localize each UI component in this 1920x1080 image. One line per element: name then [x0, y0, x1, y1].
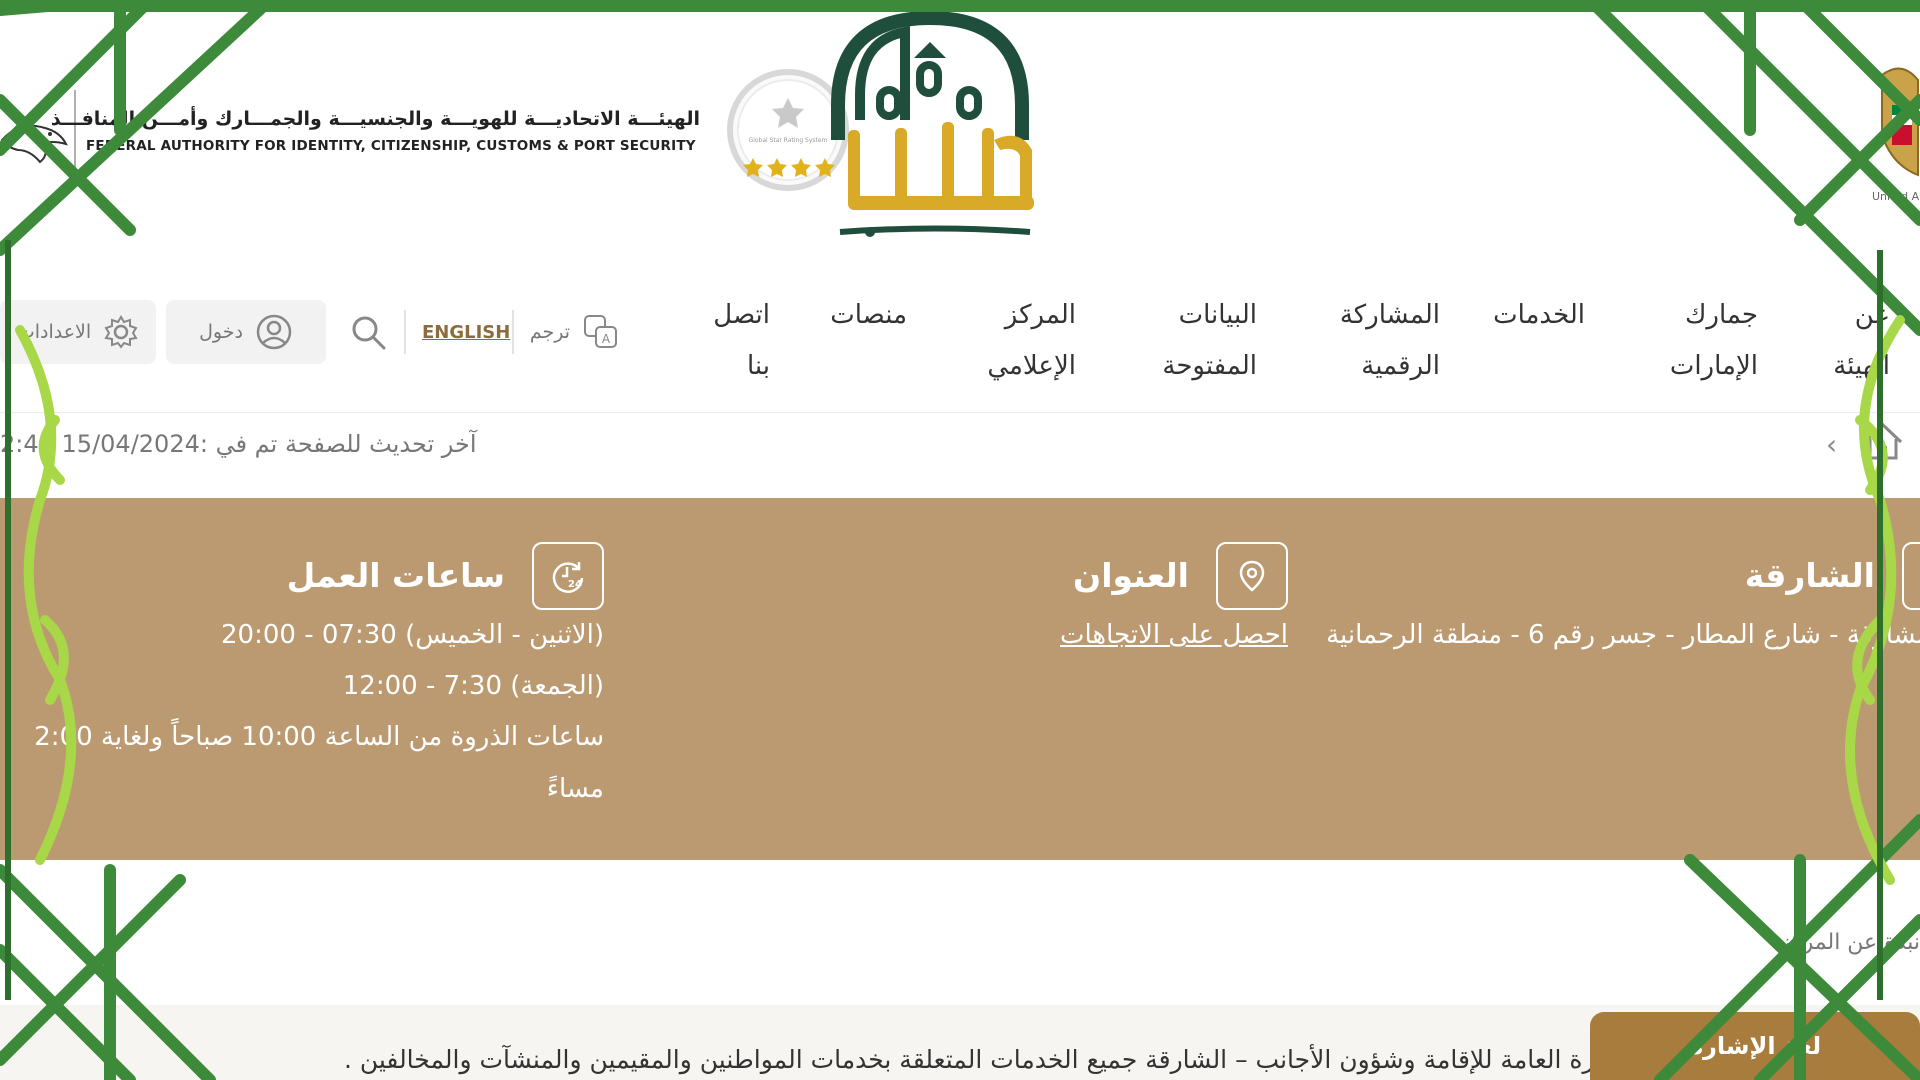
clock-icon-box: 24 — [532, 542, 604, 610]
nav-contact-us[interactable]: اتصل بنا — [713, 290, 770, 392]
hours-friday: (الجمعة) 7:30 - 12:00 — [342, 671, 604, 701]
center-address: الشارقة - شارع المطار - جسر رقم 6 - منطق… — [1326, 620, 1920, 650]
nav-contact-line1: اتصل — [713, 300, 770, 330]
working-hours-title: ساعات العمل — [286, 556, 505, 595]
hours-weekdays: (الاثنين - الخميس) 07:30 - 20:00 — [221, 620, 604, 650]
uae-emblem-icon[interactable] — [1862, 55, 1920, 205]
search-icon — [352, 316, 386, 350]
emblem-caption: United Arab — [1872, 190, 1920, 203]
last-updated-text: 2:49 15/04/2024: آخر تحديث للصفحة تم في — [0, 430, 477, 458]
nav-services[interactable]: الخدمات — [1493, 290, 1585, 341]
location-pin-icon — [1239, 560, 1265, 592]
nav-customs-line1: جمارك — [1684, 300, 1758, 330]
user-icon — [256, 314, 292, 350]
nav-platforms-line1: منصات — [830, 300, 907, 330]
nav-digital-line2: الرقمية — [1361, 351, 1440, 381]
clock-24-icon: 24 — [552, 562, 584, 593]
nav-open-data-line1: البيانات — [1178, 300, 1257, 330]
login-button[interactable]: دخول — [166, 300, 326, 364]
rating-caption: Global Star Rating System — [749, 137, 828, 144]
nav-services-line1: الخدمات — [1493, 300, 1585, 330]
utility-divider — [512, 310, 514, 354]
center-name: الشارقة — [1744, 556, 1875, 595]
get-directions-link[interactable]: احصل على الاتجاهات — [1060, 620, 1288, 650]
site-header: الهيئـــة الاتحاديـــة للهويـــة والجنسي… — [0, 0, 1920, 250]
about-center-heading: نبذة عن المركز — [1780, 930, 1920, 955]
settings-label: الاعدادات — [16, 321, 92, 343]
translate-label: ترجم — [529, 321, 571, 343]
nav-open-data[interactable]: البيانات المفتوحة — [1162, 290, 1257, 392]
hours-peak: ساعات الذروة من الساعة 10:00 صباحاً ولغا… — [34, 722, 604, 752]
khaleej-rating-logo[interactable]: Global Star Rating System — [720, 10, 1050, 240]
nav-emirates-customs[interactable]: جمارك الإمارات — [1670, 290, 1758, 392]
nav-media-line1: المركز — [1004, 300, 1076, 330]
search-button[interactable] — [340, 300, 396, 364]
translate-icon: A — [584, 315, 618, 348]
location-icon-box — [1216, 542, 1288, 610]
center-icon-box — [1902, 542, 1920, 610]
hours-peak-evening: مساءً — [546, 774, 604, 804]
translate-button[interactable]: ترجم A — [525, 300, 625, 364]
authority-name-arabic: الهيئـــة الاتحاديـــة للهويـــة والجنسي… — [50, 108, 700, 130]
nav-media-line2: الإعلامي — [987, 351, 1076, 381]
chevron-left-icon: ‹ — [1826, 428, 1838, 461]
logo-divider — [74, 90, 76, 178]
utility-divider — [404, 310, 406, 354]
nav-digital-line1: المشاركة — [1339, 300, 1440, 330]
language-switch-link[interactable]: ENGLISH — [422, 322, 510, 343]
gear-icon — [104, 315, 138, 349]
svg-text:A: A — [602, 332, 611, 346]
nav-divider — [0, 412, 1920, 413]
nav-open-data-line2: المفتوحة — [1162, 351, 1257, 381]
svg-text:24: 24 — [568, 579, 582, 590]
federal-authority-logo[interactable]: الهيئـــة الاتحاديـــة للهويـــة والجنسي… — [0, 80, 720, 180]
settings-button[interactable]: الاعدادات — [0, 300, 156, 364]
address-title: العنوان — [1073, 556, 1189, 595]
nav-media-center[interactable]: المركز الإعلامي — [987, 290, 1076, 392]
nav-about-line2: الهيئة — [1833, 351, 1890, 381]
nav-about-line1: عن — [1854, 300, 1890, 330]
home-icon[interactable] — [1862, 420, 1904, 462]
sign-language-button[interactable]: لغة الإشارة — [1590, 1012, 1920, 1080]
nav-customs-line2: الإمارات — [1669, 351, 1758, 381]
nav-contact-line2: بنا — [746, 351, 770, 381]
login-label: دخول — [199, 321, 243, 343]
center-description: تقدم الإدارة العامة للإقامة وشؤون الأجان… — [343, 1045, 1690, 1074]
authority-name-english: FEDERAL AUTHORITY FOR IDENTITY, CITIZENS… — [86, 138, 696, 154]
center-info-band: الشارقة الشارقة - شارع المطار - جسر رقم … — [0, 498, 1920, 860]
nav-about[interactable]: عن الهيئة — [1833, 290, 1890, 392]
nav-platforms[interactable]: منصات — [830, 290, 907, 341]
nav-digital-participation[interactable]: المشاركة الرقمية — [1340, 290, 1440, 392]
